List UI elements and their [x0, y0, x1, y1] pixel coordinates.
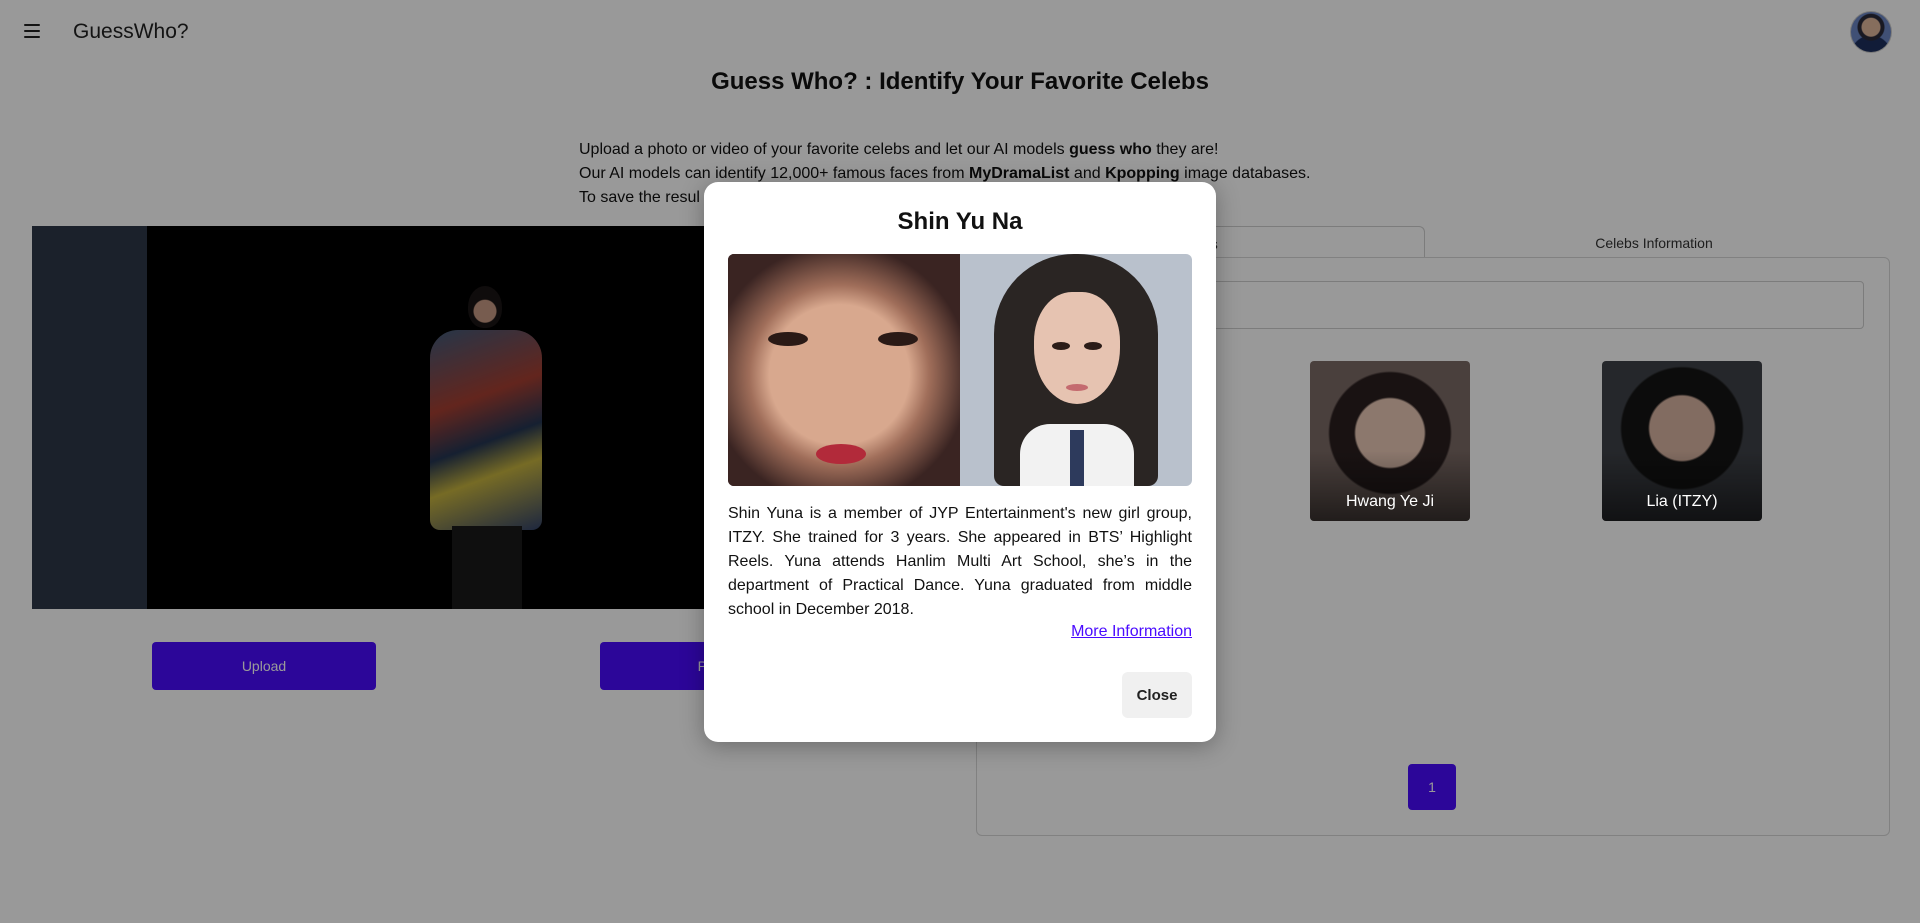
close-button[interactable]: Close	[1122, 672, 1192, 718]
detected-face-image	[728, 254, 960, 486]
modal-description: Shin Yuna is a member of JYP Entertainme…	[728, 505, 1192, 618]
celeb-modal: Shin Yu Na Shin Yuna is a member of JYP …	[704, 182, 1216, 742]
more-information-link[interactable]: More Information	[1071, 623, 1192, 641]
modal-photos	[728, 254, 1192, 486]
reference-portrait-image	[960, 254, 1192, 486]
celeb-name: Hwang Ye Ji	[1345, 493, 1435, 510]
celeb-name: Lia (ITZY)	[1646, 493, 1718, 510]
modal-title: Shin Yu Na	[897, 208, 1023, 235]
